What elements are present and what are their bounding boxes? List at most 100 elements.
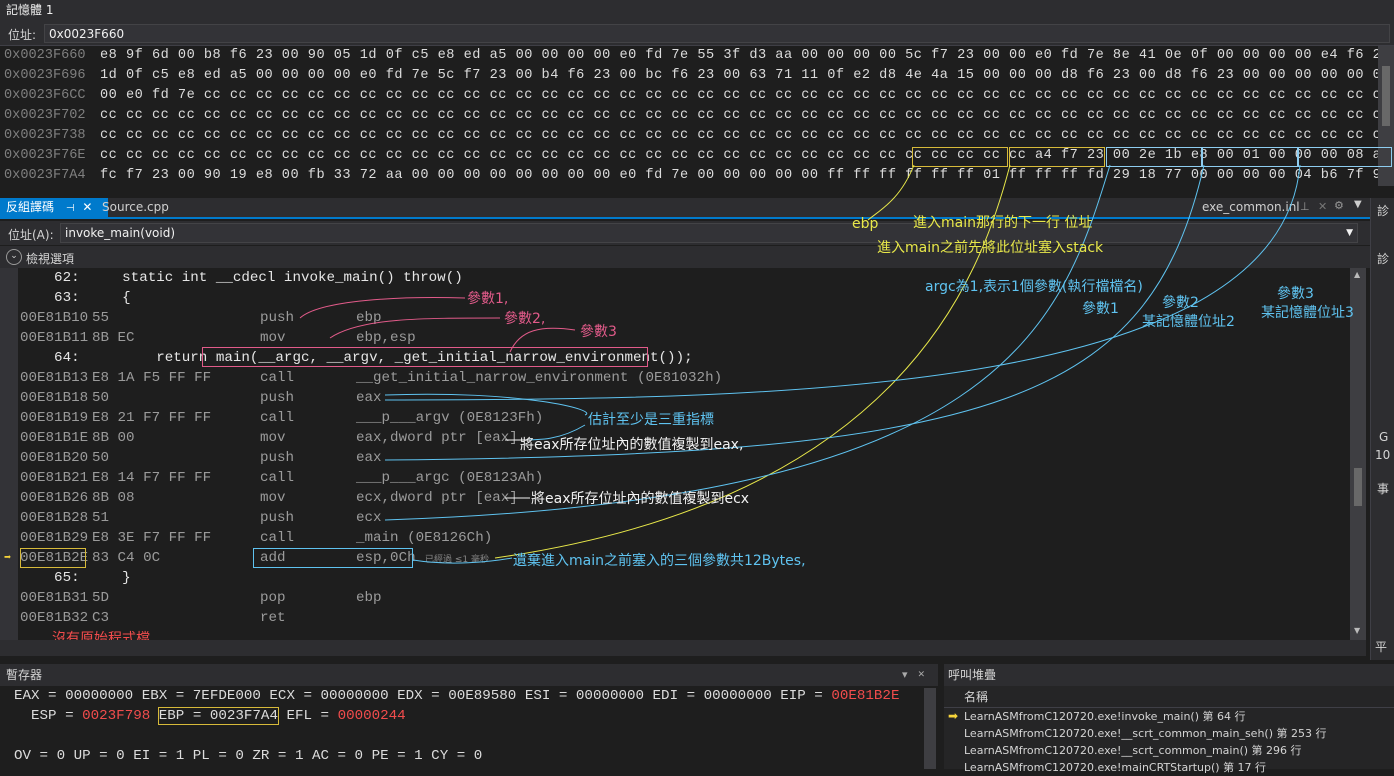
asm-bytes: 8B 00 [92, 430, 135, 446]
tab-disassembly[interactable]: 反組譯碼 ⊣ ✕ [0, 198, 108, 217]
register-ebp: EBP = 0023F7A4 [157, 707, 279, 725]
call-stack-column-name[interactable]: 名稱 [944, 686, 1394, 708]
right-side-panel: 診 診 G 10 事 平 [1370, 198, 1394, 660]
flags-line: OV = 0 UP = 0 EI = 1 PL = 0 ZR = 1 AC = … [14, 748, 483, 764]
panel-label: 事 [1377, 482, 1390, 496]
annotation-pushed-before: 進入main之前先將此位址塞入stack [877, 240, 1104, 256]
asm-operands: ebp [356, 590, 382, 606]
call-stack-frame[interactable]: LearnASMfromC120720.exe!__scrt_common_ma… [964, 725, 1326, 742]
memory-address-label: 位址: [8, 28, 37, 42]
disasm-scrollbar[interactable]: ▲ ▼ [1350, 268, 1366, 640]
highlight-ebp-bytes [912, 147, 1008, 167]
disasm-address-label: 位址(A): [8, 228, 54, 242]
asm-mnemonic: mov [260, 490, 286, 506]
asm-address: 00E81B18 [20, 390, 89, 406]
disasm-address-combo[interactable]: invoke_main(void) ▼ [60, 223, 1358, 243]
asm-bytes: E8 1A F5 FF FF [92, 370, 212, 386]
chevron-down-icon[interactable]: ▼ [1346, 224, 1353, 242]
chevron-down-icon[interactable]: ▼ [1354, 199, 1362, 210]
register-efl: 00000244 [337, 708, 406, 724]
call-stack-frame[interactable]: LearnASMfromC120720.exe!__scrt_common_ma… [964, 742, 1302, 759]
disasm-horizontal-scrollbar[interactable] [0, 640, 1366, 656]
asm-bytes: 51 [92, 510, 110, 526]
asm-mnemonic: call [260, 410, 295, 426]
annotation-param1: 參數1 [1082, 301, 1119, 317]
asm-address: 00E81B21 [20, 470, 89, 486]
panel-label: 診 [1377, 252, 1390, 266]
expand-icon[interactable]: ⌄ [6, 249, 22, 265]
register-eip: 00E81B2E [831, 688, 900, 704]
memory-row-address: 0x0023F660 [4, 48, 86, 63]
asm-operands: ecx,dword ptr [eax] [356, 490, 518, 506]
pin-icon[interactable]: ⊣ [66, 203, 75, 214]
disasm-address-value: invoke_main(void) [65, 226, 176, 240]
memory-row-bytes[interactable]: fc f7 23 00 90 19 e8 00 fb 33 72 aa 00 0… [100, 166, 1380, 186]
call-stack-title: 呼叫堆疊 [944, 664, 1394, 686]
registers-scrollbar[interactable] [924, 688, 936, 769]
annotation-copy-ecx: 將eax所存位址內的數值複製到ecx [531, 491, 750, 507]
memory-row-bytes[interactable]: 00 e0 fd 7e cc cc cc cc cc cc cc cc cc c… [100, 86, 1380, 106]
memory-window-title: 記憶體 1 [0, 0, 1394, 22]
asm-bytes: E8 21 F7 FF FF [92, 410, 212, 426]
scroll-up-icon[interactable]: ▲ [1354, 270, 1360, 279]
tab-pin-icon[interactable]: ⊥ [1300, 200, 1310, 213]
asm-operands: __get_initial_narrow_environment (0E8103… [356, 370, 723, 386]
memory-scrollbar-thumb[interactable] [1382, 66, 1390, 126]
memory-row-address: 0x0023F738 [4, 128, 86, 143]
asm-bytes: 50 [92, 390, 110, 406]
asm-address: 00E81B10 [20, 310, 89, 326]
panel-menu-icon[interactable]: ▾ [902, 668, 908, 681]
tab-source-cpp[interactable]: Source.cpp [96, 198, 175, 217]
asm-mnemonic: push [260, 310, 295, 326]
tab-exe-common[interactable]: exe_common.inl [1196, 198, 1306, 217]
asm-address: 00E81B11 [20, 330, 89, 346]
annotation-next-line: 進入main那行的下一行 位址 [913, 215, 1093, 231]
memory-row-bytes[interactable]: e8 9f 6d 00 b8 f6 23 00 90 05 1d 0f c5 e… [100, 46, 1380, 66]
memory-row-address: 0x0023F696 [4, 68, 86, 83]
gear-icon[interactable]: ⚙ [1334, 199, 1344, 212]
source-text: 65: } [20, 570, 131, 586]
view-options-toggle[interactable]: ⌄ 檢視選項 [0, 246, 1370, 268]
asm-mnemonic: push [260, 390, 295, 406]
highlight-return-address-bytes [1009, 147, 1105, 167]
panel-label: G [1379, 430, 1389, 444]
close-icon[interactable]: ✕ [82, 200, 92, 214]
asm-operands: ___p___argc (0E8123Ah) [356, 470, 544, 486]
asm-operands: ebp,esp [356, 330, 416, 346]
panel-label: 診 [1377, 204, 1390, 218]
current-frame-arrow-icon: ➡ [948, 709, 959, 723]
memory-row-address: 0x0023F76E [4, 148, 86, 163]
annotation-param2-sub: 某記憶體位址2 [1142, 314, 1235, 330]
call-stack-frame[interactable]: LearnASMfromC120720.exe!mainCRTStartup()… [964, 759, 1266, 776]
asm-address: 00E81B26 [20, 490, 89, 506]
memory-address-input[interactable]: 0x0023F660 [44, 24, 1390, 43]
tab-label: Source.cpp [102, 200, 169, 214]
memory-row-bytes[interactable]: 1d 0f c5 e8 ed a5 00 00 00 00 e0 fd 7e 5… [100, 66, 1380, 86]
asm-operands: ebp [356, 310, 382, 326]
no-source-message: 沒有原始程式檔 [52, 631, 150, 640]
call-stack-window: 呼叫堆疊 名稱 ➡ LearnASMfromC120720.exe!invoke… [944, 664, 1394, 774]
register-efl-label: EFL = [277, 708, 338, 724]
document-tab-strip: 反組譯碼 ⊣ ✕ Source.cpp exe_common.inl ⊥ ✕ ⚙… [0, 198, 1370, 219]
memory-row-address: 0x0023F7A4 [4, 168, 86, 183]
memory-row-address: 0x0023F6CC [4, 88, 86, 103]
asm-bytes: 5D [92, 590, 110, 606]
memory-row-bytes[interactable]: cc cc cc cc cc cc cc cc cc cc cc cc cc c… [100, 106, 1380, 126]
disasm-scrollbar-thumb[interactable] [1354, 468, 1362, 506]
source-text: 63: { [20, 290, 131, 306]
annotation-param3-sub: 某記憶體位址3 [1261, 305, 1354, 321]
scroll-down-icon[interactable]: ▼ [1354, 626, 1360, 635]
asm-mnemonic: push [260, 450, 295, 466]
asm-mnemonic: call [260, 370, 295, 386]
asm-operands: eax,dword ptr [eax] [356, 430, 518, 446]
close-icon[interactable]: ✕ [1318, 200, 1327, 213]
close-icon[interactable]: ✕ [918, 667, 925, 681]
asm-address: 00E81B28 [20, 510, 89, 526]
highlight-param1-bytes [1106, 147, 1202, 167]
breakpoint-gutter[interactable] [0, 268, 18, 640]
highlight-param3-bytes [1298, 147, 1392, 167]
register-esp: 0023F798 [82, 708, 151, 724]
asm-address: 00E81B13 [20, 370, 89, 386]
call-stack-frame[interactable]: LearnASMfromC120720.exe!invoke_main() 第 … [964, 708, 1246, 725]
memory-row-bytes[interactable]: cc cc cc cc cc cc cc cc cc cc cc cc cc c… [100, 126, 1380, 146]
